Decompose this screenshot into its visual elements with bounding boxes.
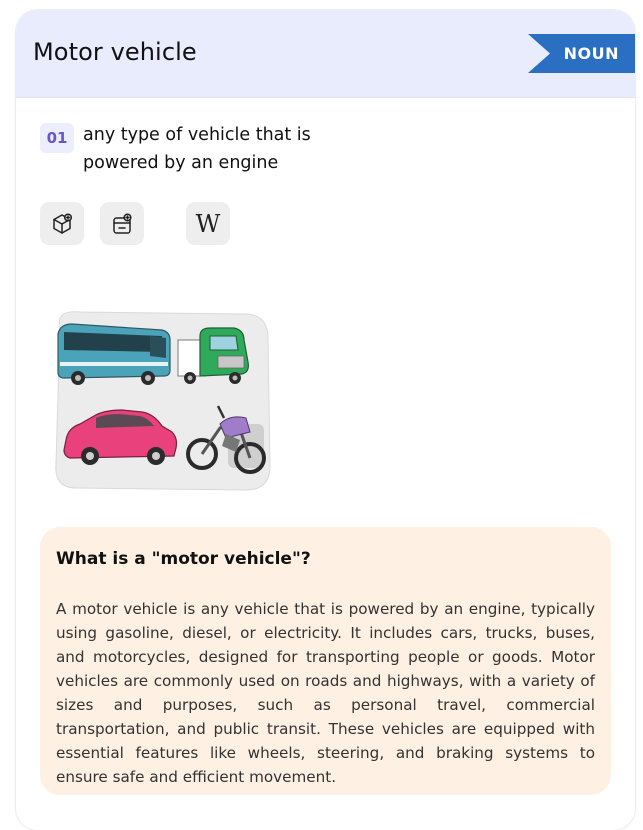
part-of-speech-badge: NOUN <box>528 34 635 73</box>
flashcard-add-icon <box>113 212 132 234</box>
word-card: Motor vehicle NOUN 01 any type of vehicl… <box>16 10 635 830</box>
vehicles-illustration <box>55 311 271 491</box>
info-title: What is a "motor vehicle"? <box>56 549 311 569</box>
add-flashcard-button[interactable] <box>100 202 144 245</box>
definition-text: any type of vehicle that is powered by a… <box>83 125 311 173</box>
info-body: A motor vehicle is any vehicle that is p… <box>56 600 595 786</box>
wikipedia-icon: W <box>195 209 221 238</box>
definition-number: 01 <box>40 123 74 153</box>
wikipedia-button[interactable]: W <box>186 202 230 245</box>
cube-icon <box>53 212 73 234</box>
definition-row: 01 any type of vehicle that is powered b… <box>40 123 323 177</box>
info-box: What is a "motor vehicle"? A motor vehic… <box>40 527 611 795</box>
card-header: Motor vehicle NOUN <box>16 10 635 98</box>
word-title: Motor vehicle <box>33 38 197 66</box>
view-3d-button[interactable] <box>40 202 84 245</box>
